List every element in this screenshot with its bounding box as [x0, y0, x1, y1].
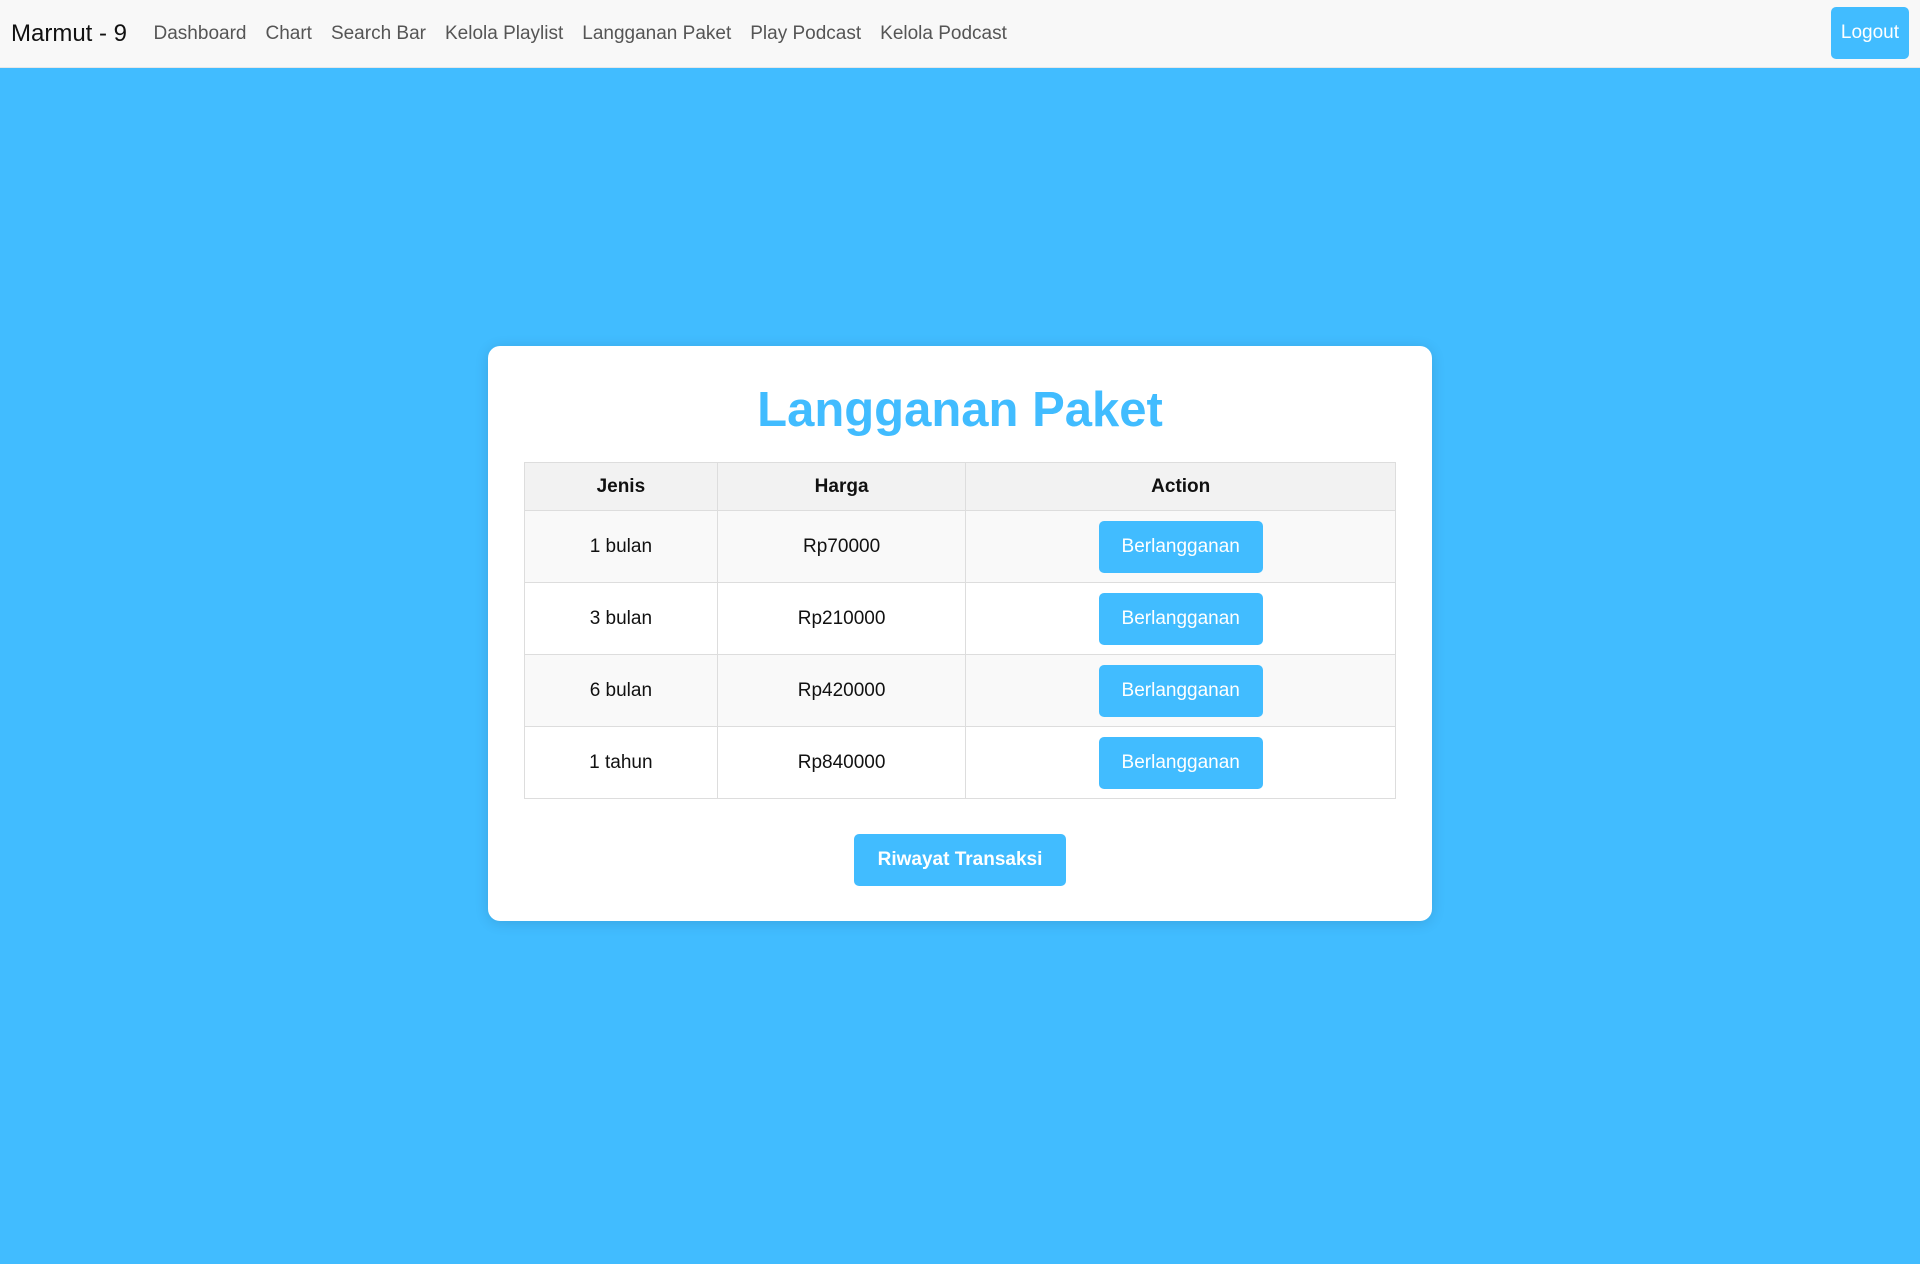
harga-cell: Rp840000 [716, 726, 967, 799]
table-row: 6 bulan Rp420000 Berlangganan [524, 654, 1396, 727]
nav-links: Dashboard Chart Search Bar Kelola Playli… [144, 23, 1016, 45]
column-header-jenis: Jenis [524, 462, 718, 511]
jenis-cell: 1 tahun [524, 726, 718, 799]
harga-cell: Rp70000 [716, 510, 967, 583]
column-header-action: Action [965, 462, 1396, 511]
nav-link-kelola-podcast[interactable]: Kelola Podcast [871, 23, 1017, 45]
action-cell: Berlangganan [965, 726, 1396, 799]
jenis-cell: 1 bulan [524, 510, 718, 583]
column-header-harga: Harga [716, 462, 967, 511]
nav-link-dashboard[interactable]: Dashboard [144, 23, 256, 45]
jenis-cell: 6 bulan [524, 654, 718, 727]
subscribe-button[interactable]: Berlangganan [1098, 736, 1263, 789]
page-title: Langganan Paket [757, 383, 1163, 437]
table-row: 1 tahun Rp840000 Berlangganan [524, 726, 1396, 799]
nav-link-kelola-playlist[interactable]: Kelola Playlist [435, 23, 572, 45]
subscribe-button[interactable]: Berlangganan [1098, 664, 1263, 717]
table-row: 1 bulan Rp70000 Berlangganan [524, 510, 1396, 583]
harga-cell: Rp210000 [716, 582, 967, 655]
logout-button[interactable]: Logout [1830, 7, 1909, 59]
subscribe-button[interactable]: Berlangganan [1098, 520, 1263, 573]
action-cell: Berlangganan [965, 510, 1396, 583]
table-header-row: Jenis Harga Action [524, 462, 1396, 511]
action-cell: Berlangganan [965, 654, 1396, 727]
jenis-cell: 3 bulan [524, 582, 718, 655]
nav-link-chart[interactable]: Chart [256, 23, 321, 45]
navbar: Marmut - 9 Dashboard Chart Search Bar Ke… [0, 0, 1920, 68]
action-cell: Berlangganan [965, 582, 1396, 655]
subscribe-button[interactable]: Berlangganan [1098, 592, 1263, 645]
package-table: Jenis Harga Action 1 bulan Rp70000 Berla… [524, 462, 1396, 799]
nav-link-search-bar[interactable]: Search Bar [321, 23, 435, 45]
harga-cell: Rp420000 [716, 654, 967, 727]
nav-link-langganan-paket[interactable]: Langganan Paket [573, 23, 741, 45]
nav-link-play-podcast[interactable]: Play Podcast [741, 23, 871, 45]
table-row: 3 bulan Rp210000 Berlangganan [524, 582, 1396, 655]
transaction-history-button[interactable]: Riwayat Transaksi [854, 834, 1066, 886]
brand[interactable]: Marmut - 9 [11, 20, 127, 48]
